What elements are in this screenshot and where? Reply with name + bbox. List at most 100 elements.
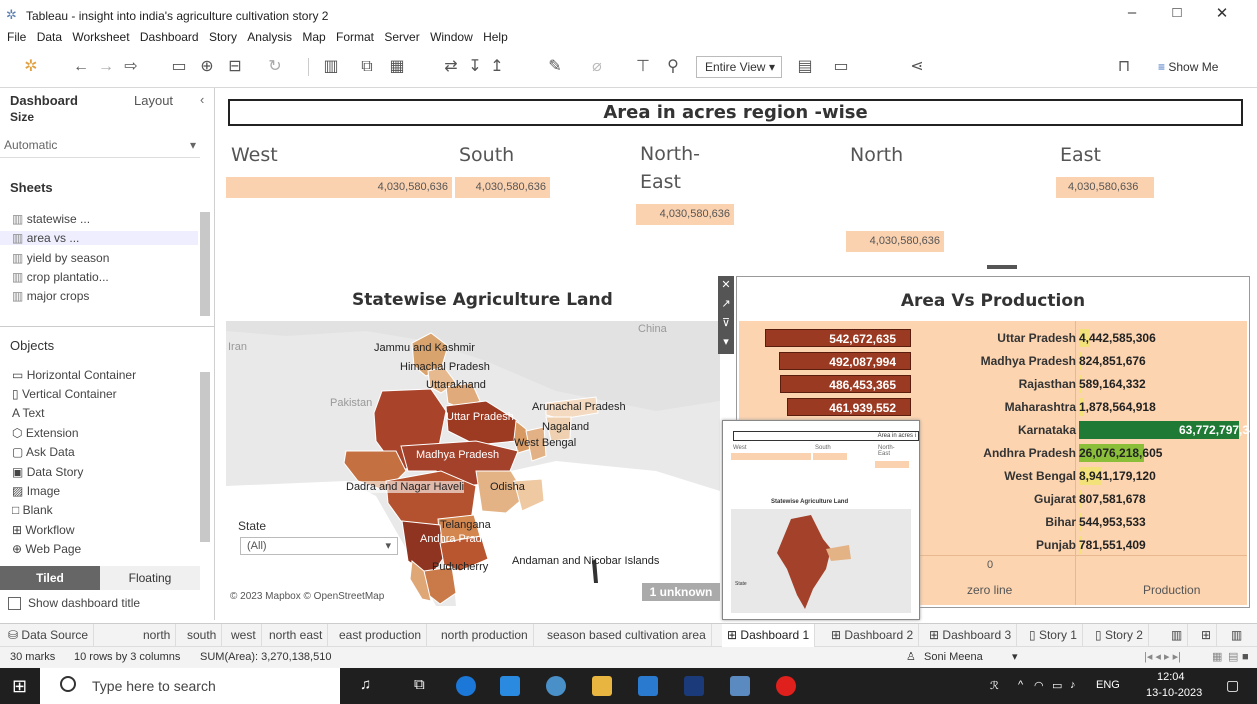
refresh-icon[interactable]: ↻ (266, 56, 284, 78)
object-web-page[interactable]: ⊕ Web Page (12, 542, 81, 556)
people-icon[interactable]: ℛ (990, 679, 999, 692)
mail-icon[interactable] (500, 676, 520, 696)
duplicate-icon[interactable]: ⧉ (358, 56, 376, 78)
menu-format[interactable]: Format (336, 28, 374, 46)
floating-button[interactable]: Floating (100, 566, 200, 590)
objects-scrollbar[interactable] (200, 372, 210, 542)
avp-row[interactable]: 486,453,365 Rajasthan 589,164,332 (739, 373, 1247, 395)
minimize-button[interactable]: – (1115, 4, 1149, 24)
object-workflow[interactable]: ⊞ Workflow (12, 523, 75, 537)
show-me-button[interactable]: ≡ Show Me (1158, 56, 1218, 78)
close-button[interactable]: ✕ (1205, 4, 1239, 24)
new-worksheet-tab-icon[interactable]: ▥ (1166, 624, 1189, 647)
windows-start-icon[interactable]: ⊞ (12, 676, 32, 696)
object-vertical-container[interactable]: ▯ Vertical Container (12, 387, 117, 401)
region-bar-east[interactable]: 4,030,580,636 (1056, 177, 1154, 198)
new-datasource-icon[interactable]: ⊕ (198, 56, 216, 78)
sort-asc-icon[interactable]: ↧ (466, 56, 484, 78)
share-icon[interactable]: ⋖ (908, 56, 926, 78)
file-explorer-icon[interactable] (592, 676, 612, 696)
tab-dashboard-3[interactable]: ⊞ Dashboard 3 (924, 624, 1018, 647)
clock-time[interactable]: 12:04 (1157, 671, 1185, 683)
sheet-nav-icons[interactable]: |◂ ◂ ▸ ▸| (1144, 647, 1181, 668)
tab-story-2[interactable]: ▯ Story 2 (1090, 624, 1149, 647)
object-extension[interactable]: ⬡ Extension (12, 426, 79, 440)
new-dashboard-tab-icon[interactable]: ⊞ (1196, 624, 1218, 647)
tabs-view-icon[interactable]: ■ (1242, 647, 1249, 668)
swap-icon[interactable]: ⇄ (442, 56, 460, 78)
tab-west[interactable]: west (226, 624, 262, 647)
more-options-icon[interactable]: ▾ (718, 333, 734, 352)
object-image[interactable]: ▨ Image (12, 484, 60, 498)
region-bar-north[interactable]: 4,030,580,636 (846, 231, 944, 252)
sheets-scrollbar[interactable] (200, 212, 210, 316)
tab-story-1[interactable]: ▯ Story 1 (1024, 624, 1083, 647)
tab-north[interactable]: north (138, 624, 177, 647)
chevron-down-icon[interactable]: ▾ (1012, 647, 1018, 668)
microphone-icon[interactable]: ♫ (360, 676, 371, 693)
region-bar-north-east[interactable]: 4,030,580,636 (636, 204, 734, 225)
tiled-button[interactable]: Tiled (0, 566, 100, 590)
volume-icon[interactable]: ♪ (1070, 679, 1076, 691)
redo-arrow-icon[interactable]: ⇨ (122, 56, 140, 78)
show-cards-icon[interactable]: ▤ (796, 56, 814, 78)
remove-icon[interactable]: ✕ (718, 276, 734, 295)
opera-icon[interactable] (776, 676, 796, 696)
avp-row[interactable]: 492,087,994 Madhya Pradesh 824,851,676 (739, 350, 1247, 372)
go-to-sheet-icon[interactable]: ↗ (718, 295, 734, 314)
tab-season-cultivation[interactable]: season based cultivation area (542, 624, 712, 647)
unknown-badge[interactable]: 1 unknown (642, 583, 720, 601)
presentation-icon[interactable]: ▭ (832, 56, 850, 78)
menu-data[interactable]: Data (37, 28, 62, 46)
tableau-home-icon[interactable]: ✲ (22, 56, 40, 78)
grid-view-icon[interactable]: ▦ (1212, 647, 1222, 668)
menu-story[interactable]: Story (209, 28, 237, 46)
tableau-taskbar-icon[interactable] (730, 676, 750, 696)
highlight-icon[interactable]: ✎ (546, 56, 564, 78)
region-bar-south[interactable]: 4,030,580,636 (455, 177, 550, 198)
clock-date[interactable]: 13-10-2023 (1146, 687, 1202, 699)
area-bar[interactable]: 461,939,552 (787, 398, 911, 416)
menu-window[interactable]: Window (430, 28, 473, 46)
menu-file[interactable]: File (7, 28, 26, 46)
sort-desc-icon[interactable]: ↥ (488, 56, 506, 78)
tab-dashboard[interactable]: Dashboard (10, 93, 78, 108)
menu-help[interactable]: Help (483, 28, 508, 46)
menu-map[interactable]: Map (302, 28, 325, 46)
notifications-icon[interactable]: ▢ (1226, 677, 1239, 694)
tab-north-east[interactable]: north east (264, 624, 329, 647)
label-icon[interactable]: ⊤ (634, 56, 652, 78)
sheet-item[interactable]: ▥ crop plantatio... (12, 270, 109, 284)
object-blank[interactable]: □ Blank (12, 503, 53, 517)
tab-east-production[interactable]: east production (334, 624, 428, 647)
network-icon[interactable]: ◠ (1034, 679, 1044, 692)
back-icon[interactable]: ← (72, 56, 90, 78)
object-horizontal-container[interactable]: ▭ Horizontal Container (12, 368, 136, 382)
tab-dashboard-2[interactable]: ⊞ Dashboard 2 (826, 624, 920, 647)
sheet-item[interactable]: ▥ major crops (12, 289, 89, 303)
dashboard-thumbnail[interactable]: Area in acres i West South North- East S… (722, 420, 920, 620)
object-data-story[interactable]: ▣ Data Story (12, 465, 83, 479)
taskbar-search[interactable]: Type here to search (40, 668, 340, 704)
store-icon[interactable] (638, 676, 658, 696)
object-text[interactable]: A Text (12, 406, 44, 420)
view-fit-select[interactable]: Entire View ▾ (696, 56, 782, 78)
region-bar-west[interactable]: 4,030,580,636 (226, 177, 452, 198)
tab-layout[interactable]: Layout (134, 93, 173, 108)
collapse-panel-icon[interactable]: ‹ (200, 92, 204, 107)
tab-data-source[interactable]: ⛁ Data Source (0, 624, 95, 647)
avp-row[interactable]: 542,672,635 Uttar Pradesh 4,442,585,306 (739, 327, 1247, 349)
area-bar[interactable]: 542,672,635 (765, 329, 911, 347)
menu-worksheet[interactable]: Worksheet (72, 28, 129, 46)
edge-icon[interactable] (456, 676, 476, 696)
pin-icon[interactable]: ⚲ (664, 56, 682, 78)
sheet-item[interactable]: ▥ area vs ... (0, 231, 198, 245)
maximize-button[interactable]: □ (1160, 4, 1194, 24)
clear-sheet-icon[interactable]: ▦ (388, 56, 406, 78)
menu-analysis[interactable]: Analysis (247, 28, 292, 46)
menu-server[interactable]: Server (384, 28, 419, 46)
camera-icon[interactable] (546, 676, 566, 696)
menu-dashboard[interactable]: Dashboard (140, 28, 199, 46)
size-select[interactable]: Automatic ▾ (0, 132, 200, 158)
drag-handle[interactable] (986, 264, 1018, 270)
